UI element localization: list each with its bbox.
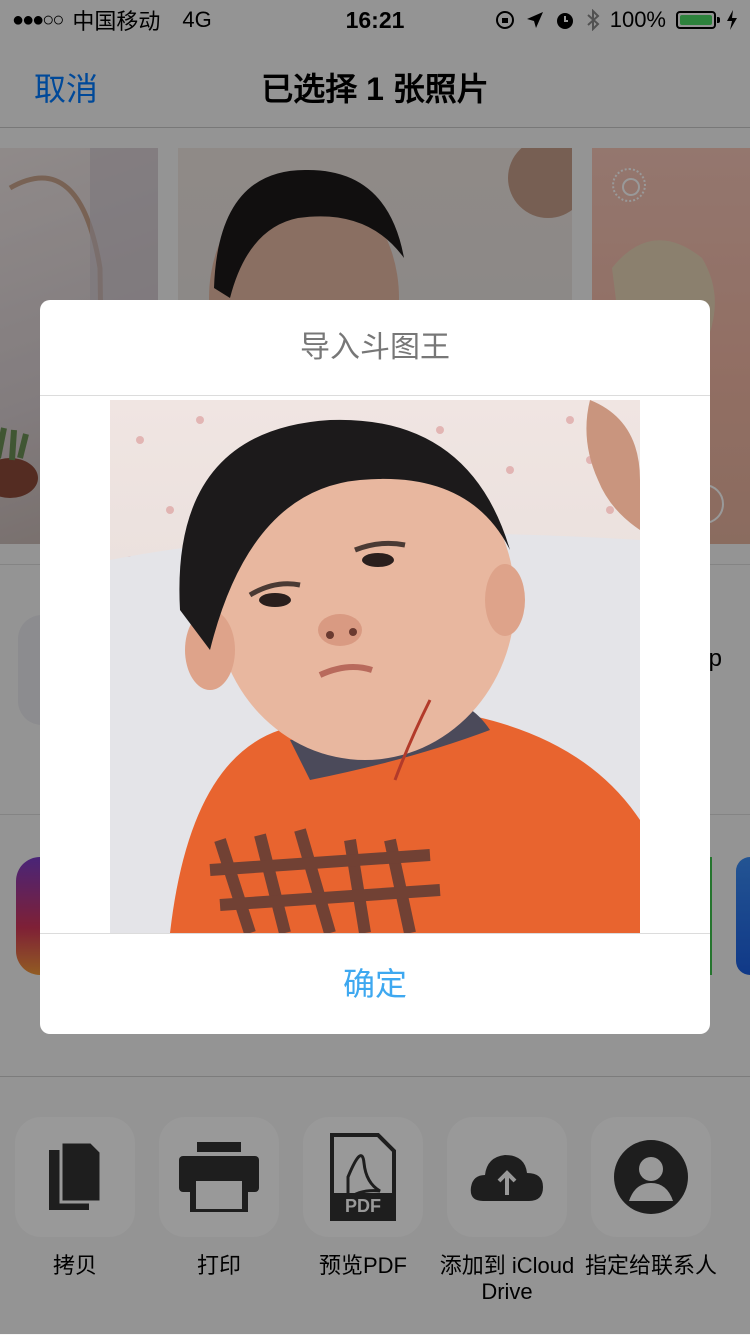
dialog-title: 导入斗图王 [40,300,710,396]
preview-boy-image [110,400,640,933]
dialog-preview-image [110,400,640,933]
confirm-button[interactable]: 确定 [40,934,710,1034]
import-dialog: 导入斗图王 确定 [40,300,710,1034]
